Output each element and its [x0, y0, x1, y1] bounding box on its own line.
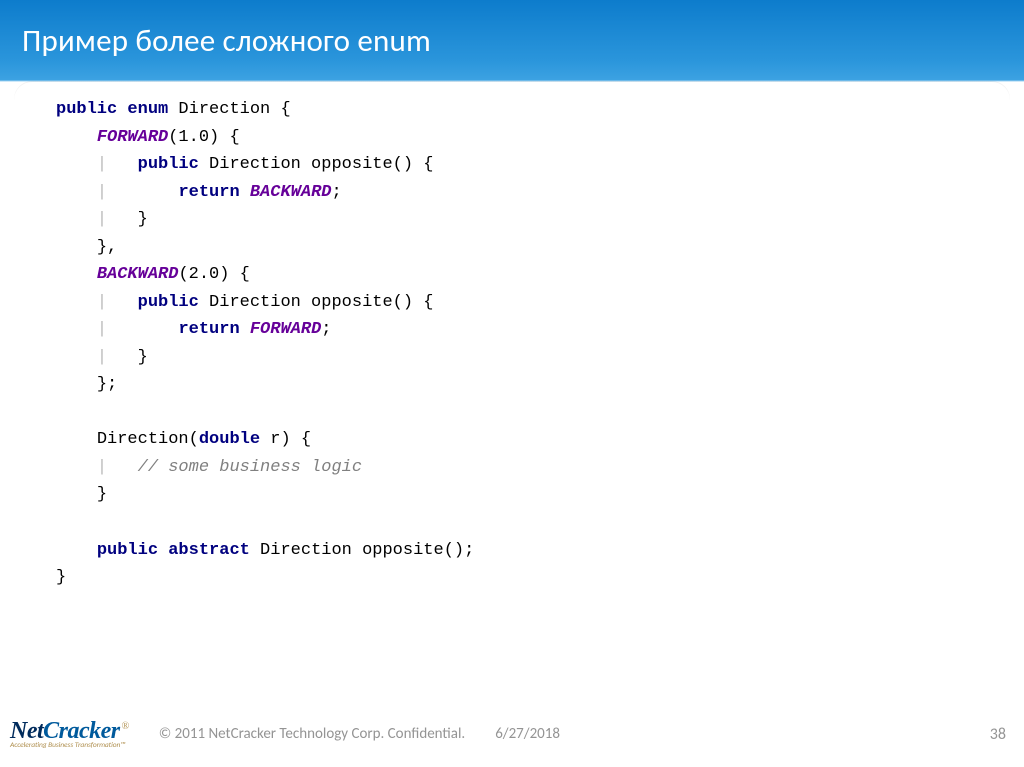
ctor-name: Direction( — [97, 430, 199, 449]
indent-guide: | — [97, 348, 107, 367]
kw-public: public — [97, 541, 158, 560]
close-brace: } — [138, 210, 148, 229]
logo: NetCracker® Accelerating Business Transf… — [10, 719, 129, 750]
logo-net: Net — [10, 718, 43, 744]
close-brace-semi: }; — [97, 375, 117, 394]
close-brace: } — [97, 485, 107, 504]
logo-tagline: Accelerating Business Transformation™ — [10, 742, 129, 750]
code-text: (2.0) { — [178, 265, 249, 284]
indent-guide: | — [97, 320, 107, 339]
code-space — [240, 183, 250, 202]
indent-guide: | — [97, 458, 107, 477]
footer: NetCracker® Accelerating Business Transf… — [0, 705, 1024, 767]
kw-public: public — [138, 155, 199, 174]
kw-double: double — [199, 430, 260, 449]
kw-return: return — [178, 320, 239, 339]
logo-registered: ® — [122, 721, 129, 732]
close-brace: } — [138, 348, 148, 367]
slide: Пример более сложного enum public enum D… — [0, 0, 1024, 767]
indent-guide: | — [97, 293, 107, 312]
code-semi: ; — [331, 183, 341, 202]
close-brace: } — [56, 568, 66, 587]
kw-abstract: abstract — [168, 541, 250, 560]
content-panel: public enum Direction { FORWARD(1.0) { |… — [14, 82, 1010, 701]
comment: // some business logic — [138, 458, 362, 477]
kw-enum: enum — [127, 100, 168, 119]
code-semi: ; — [321, 320, 331, 339]
indent-guide: | — [97, 183, 107, 202]
code-text: Direction opposite() { — [199, 293, 434, 312]
code-block: public enum Direction { FORWARD(1.0) { |… — [56, 96, 968, 592]
close-brace-comma: }, — [97, 238, 117, 257]
kw-public: public — [56, 100, 117, 119]
enum-backward: BACKWARD — [250, 183, 332, 202]
code-text: Direction opposite(); — [250, 541, 474, 560]
code-space — [240, 320, 250, 339]
code-text: r) { — [260, 430, 311, 449]
kw-return: return — [178, 183, 239, 202]
code-text: Direction { — [168, 100, 290, 119]
enum-forward: FORWARD — [250, 320, 321, 339]
enum-backward: BACKWARD — [97, 265, 179, 284]
footer-copyright: © 2011 NetCracker Technology Corp. Confi… — [159, 725, 465, 743]
footer-page-number: 38 — [990, 725, 1006, 744]
slide-title: Пример более сложного enum — [22, 22, 431, 60]
logo-wordmark: NetCracker® — [10, 719, 129, 743]
code-text: Direction opposite() { — [199, 155, 434, 174]
code-text: (1.0) { — [168, 128, 239, 147]
kw-public: public — [138, 293, 199, 312]
indent-guide: | — [97, 155, 107, 174]
footer-date: 6/27/2018 — [495, 725, 560, 743]
indent-guide: | — [97, 210, 107, 229]
logo-cracker: Cracker — [43, 718, 120, 744]
title-bar: Пример более сложного enum — [0, 0, 1024, 82]
enum-forward: FORWARD — [97, 128, 168, 147]
